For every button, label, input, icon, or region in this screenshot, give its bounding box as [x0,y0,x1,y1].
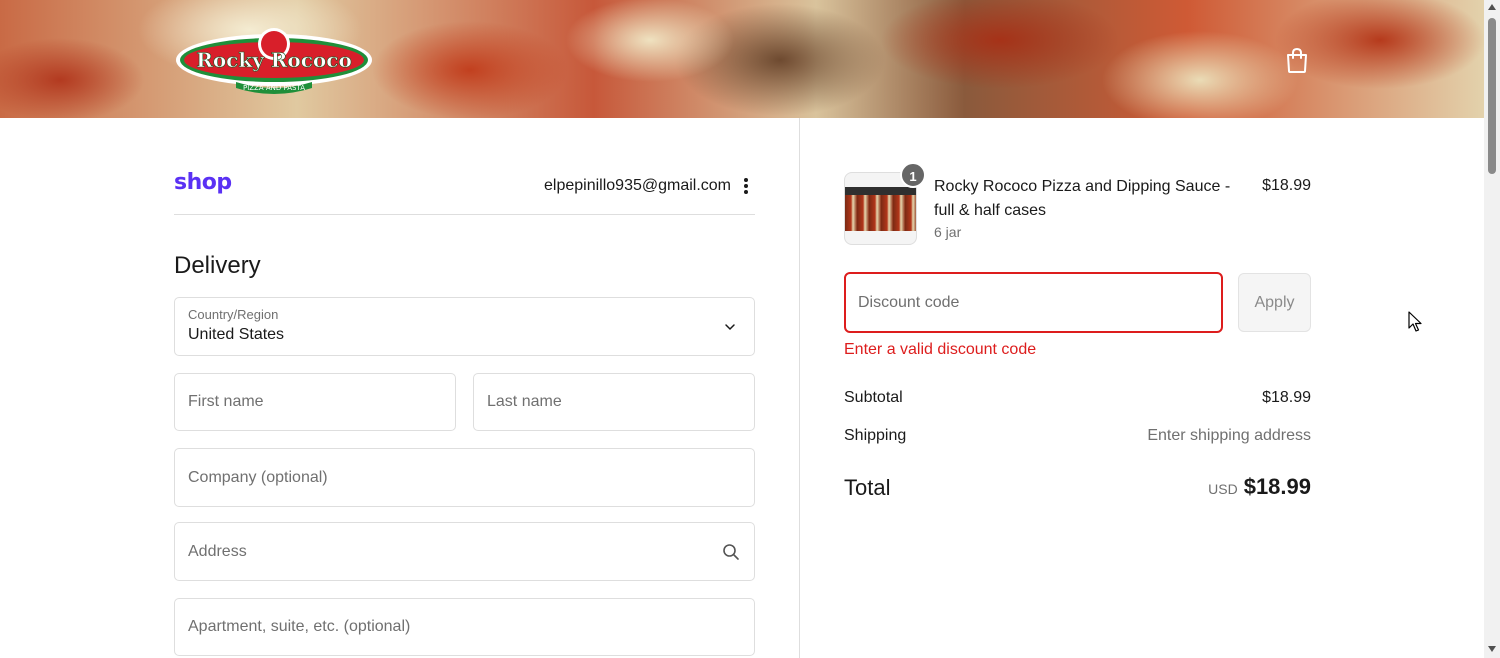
scroll-thumb[interactable] [1488,18,1496,174]
mouse-cursor-icon [1408,311,1422,332]
first-name-field[interactable]: First name [174,373,456,431]
shipping-label: Shipping [844,427,907,444]
svg-text:PIZZA AND PASTA: PIZZA AND PASTA [243,84,305,92]
address-field[interactable]: Address [174,522,755,581]
sauce-jars-image [845,187,916,231]
vertical-ellipsis-icon[interactable] [741,177,751,195]
search-icon [723,544,739,560]
product-name: Rocky Rococo Pizza and Dipping Sauce - f… [934,178,1231,219]
account-divider [174,214,755,215]
address-placeholder: Address [188,542,247,560]
company-placeholder: Company (optional) [188,468,328,486]
total-currency: USD [1208,481,1238,497]
shopping-bag-icon[interactable] [1284,46,1310,74]
first-name-placeholder: First name [188,393,264,410]
discount-code-input[interactable] [858,274,1208,331]
total-label: Total [844,475,891,500]
discount-error-message: Enter a valid discount code [844,341,1037,358]
brand-logo[interactable]: Rocky Rococo PIZZA AND PASTA [174,26,374,94]
company-field[interactable]: Company (optional) [174,448,755,507]
quantity-badge: 1 [900,162,926,188]
apply-discount-button[interactable]: Apply [1238,273,1311,332]
page-scrollbar[interactable] [1484,0,1500,658]
product-price: $18.99 [1262,177,1311,194]
country-label: Country/Region [188,307,279,322]
apartment-placeholder: Apartment, suite, etc. (optional) [188,618,411,635]
svg-text:Rocky Rococo: Rocky Rococo [196,48,352,72]
apartment-field[interactable]: Apartment, suite, etc. (optional) [174,598,755,656]
chevron-down-icon [725,324,735,331]
scroll-down-arrow-icon[interactable] [1488,646,1496,652]
subtotal-value: $18.99 [1262,389,1311,406]
shop-pay-logo: shop [174,170,232,195]
total-value: $18.99 [1243,474,1311,499]
last-name-field[interactable]: Last name [473,373,755,431]
total-amount: USD $18.99 [1011,474,1311,500]
subtotal-label: Subtotal [844,389,903,406]
scroll-up-arrow-icon[interactable] [1488,4,1496,10]
country-select[interactable]: Country/Region United States [174,297,755,356]
country-value: United States [188,326,285,343]
shipping-value: Enter shipping address [1147,427,1311,444]
account-email: elpepinillo935@gmail.com [544,177,732,194]
last-name-placeholder: Last name [487,393,562,410]
column-divider [799,118,800,658]
discount-code-field[interactable] [844,272,1223,333]
delivery-heading: Delivery [174,252,261,279]
product-variant: 6 jar [934,224,962,240]
header-banner: Rocky Rococo PIZZA AND PASTA [0,0,1484,118]
